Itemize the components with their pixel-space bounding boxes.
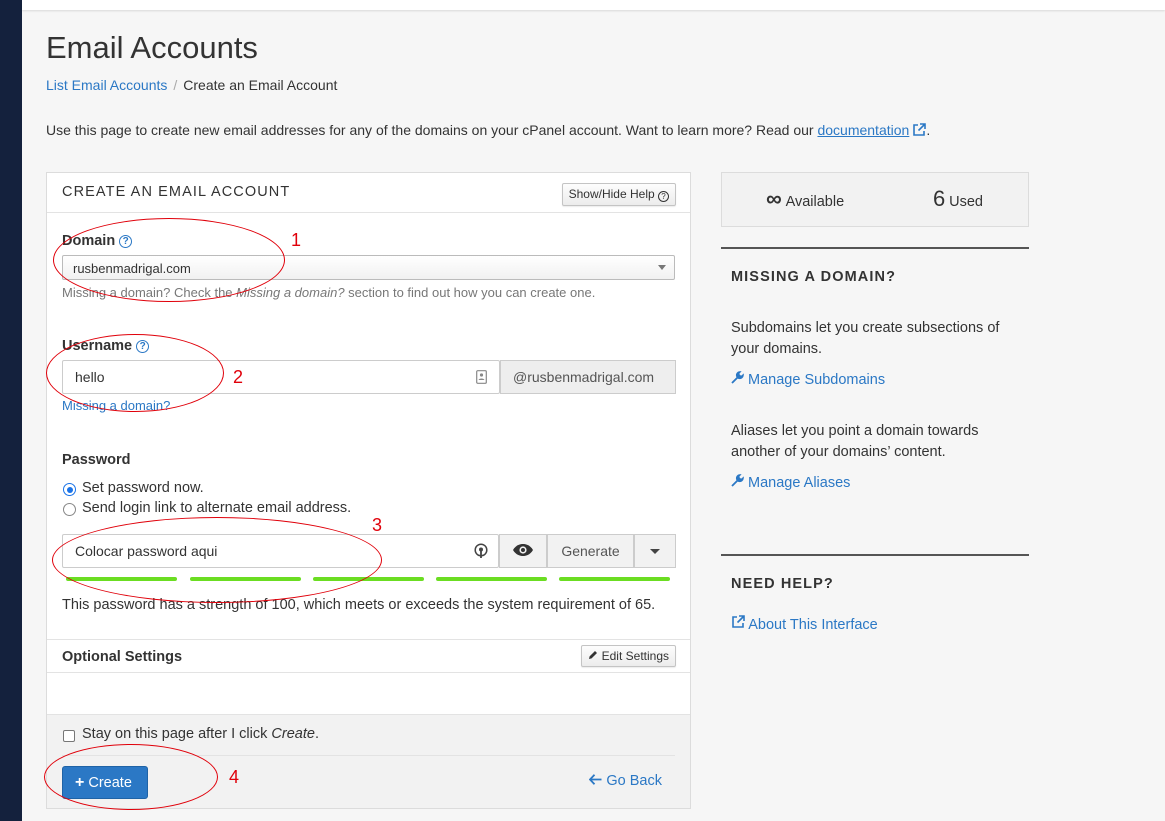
optional-settings-title: Optional Settings xyxy=(62,649,183,665)
question-circle-icon: ? xyxy=(658,191,669,202)
show-hide-help-button[interactable]: Show/Hide Help ? xyxy=(561,183,676,206)
wrench-icon xyxy=(731,371,744,388)
top-header-bar xyxy=(22,0,1165,10)
used-count: 6 xyxy=(933,186,946,211)
annotation-number-2: 2 xyxy=(233,367,244,387)
go-back-label: Go Back xyxy=(606,773,662,789)
strength-bar-segment-5 xyxy=(559,577,670,581)
annotation-circle-3 xyxy=(52,517,382,603)
available-stat: ∞ Available xyxy=(766,186,844,212)
panel-title: CREATE AN EMAIL ACCOUNT xyxy=(62,184,291,200)
eye-icon xyxy=(512,544,534,560)
go-back-link[interactable]: Go Back xyxy=(589,773,662,789)
annotation-number-4: 4 xyxy=(229,767,240,787)
external-link-icon xyxy=(912,123,927,137)
page-title: Email Accounts xyxy=(46,30,258,65)
infinity-icon: ∞ xyxy=(766,186,782,211)
annotation-number-3: 3 xyxy=(372,515,383,535)
send-login-link-label[interactable]: Send login link to alternate email addre… xyxy=(82,500,351,516)
left-nav-bar xyxy=(0,0,22,821)
breadcrumb: List Email Accounts / Create an Email Acco… xyxy=(46,77,337,93)
intro-end: . xyxy=(926,122,931,138)
optional-settings-header: Optional Settings Edit Settings xyxy=(47,639,690,673)
documentation-link[interactable]: documentation xyxy=(817,122,909,138)
show-hide-help-label: Show/Hide Help xyxy=(568,187,655,201)
annotation-circle-2 xyxy=(46,334,224,412)
sidebar-divider-2 xyxy=(721,554,1029,556)
annotation-circle-1 xyxy=(53,218,285,302)
manage-aliases-label: Manage Aliases xyxy=(748,475,851,491)
intro-sentence: Use this page to create new email addres… xyxy=(46,122,818,138)
manage-subdomains-label: Manage Subdomains xyxy=(748,372,886,388)
subdomains-text: Subdomains let you create subsections of… xyxy=(731,320,1000,357)
stay-on-page-post: . xyxy=(314,726,319,742)
edit-settings-button[interactable]: Edit Settings xyxy=(581,645,676,667)
panel-header: CREATE AN EMAIL ACCOUNT Show/Hide Help ? xyxy=(47,173,690,213)
available-label: Available xyxy=(785,194,845,210)
domain-help-post: section to find out how you can create o… xyxy=(344,285,596,300)
missing-domain-title: MISSING A DOMAIN? xyxy=(731,269,897,285)
annotation-circle-4 xyxy=(44,744,218,810)
sidebar-divider-1 xyxy=(721,247,1029,249)
breadcrumb-current: Create an Email Account xyxy=(183,77,338,93)
breadcrumb-separator: / xyxy=(173,77,178,93)
external-link-icon xyxy=(731,615,745,633)
username-domain-suffix: @rusbenmadrigal.com xyxy=(500,360,676,394)
send-login-link-radio[interactable] xyxy=(63,503,76,516)
generate-password-button[interactable]: Generate xyxy=(547,534,634,568)
caret-down-icon xyxy=(650,549,660,554)
manage-aliases-link[interactable]: Manage Aliases xyxy=(731,474,850,491)
need-help-title: NEED HELP? xyxy=(731,576,834,592)
aliases-text: Aliases let you point a domain towards a… xyxy=(731,423,979,460)
breadcrumb-list-email-accounts[interactable]: List Email Accounts xyxy=(46,77,167,93)
stay-on-page-em: Create xyxy=(271,726,315,742)
set-password-label[interactable]: Set password now. xyxy=(82,480,204,496)
annotation-number-1: 1 xyxy=(291,230,302,250)
manage-subdomains-link[interactable]: Manage Subdomains xyxy=(731,371,885,388)
intro-text: Use this page to create new email addres… xyxy=(46,122,930,138)
used-label: Used xyxy=(949,194,983,210)
password-manager-icon xyxy=(474,543,488,562)
arrow-left-icon xyxy=(589,773,602,789)
pencil-icon xyxy=(588,649,598,663)
about-interface-link[interactable]: About This Interface xyxy=(731,615,878,633)
set-password-radio[interactable] xyxy=(63,483,76,496)
password-label: Password xyxy=(62,452,131,468)
contact-card-icon xyxy=(476,370,487,387)
wrench-icon xyxy=(731,474,744,491)
stay-on-page-pre: Stay on this page after I click xyxy=(82,726,272,742)
edit-settings-label: Edit Settings xyxy=(601,649,669,663)
stay-on-page-checkbox[interactable] xyxy=(63,730,75,742)
toggle-password-visibility-button[interactable] xyxy=(499,534,547,568)
stay-on-page-label[interactable]: Stay on this page after I click Create. xyxy=(82,726,319,742)
used-stat: 6 Used xyxy=(933,186,983,212)
generate-options-dropdown[interactable] xyxy=(634,534,676,568)
chevron-down-icon xyxy=(658,265,666,270)
strength-bar-segment-4 xyxy=(436,577,547,581)
account-stats: ∞ Available 6 Used xyxy=(721,172,1029,227)
about-interface-label: About This Interface xyxy=(748,617,878,633)
